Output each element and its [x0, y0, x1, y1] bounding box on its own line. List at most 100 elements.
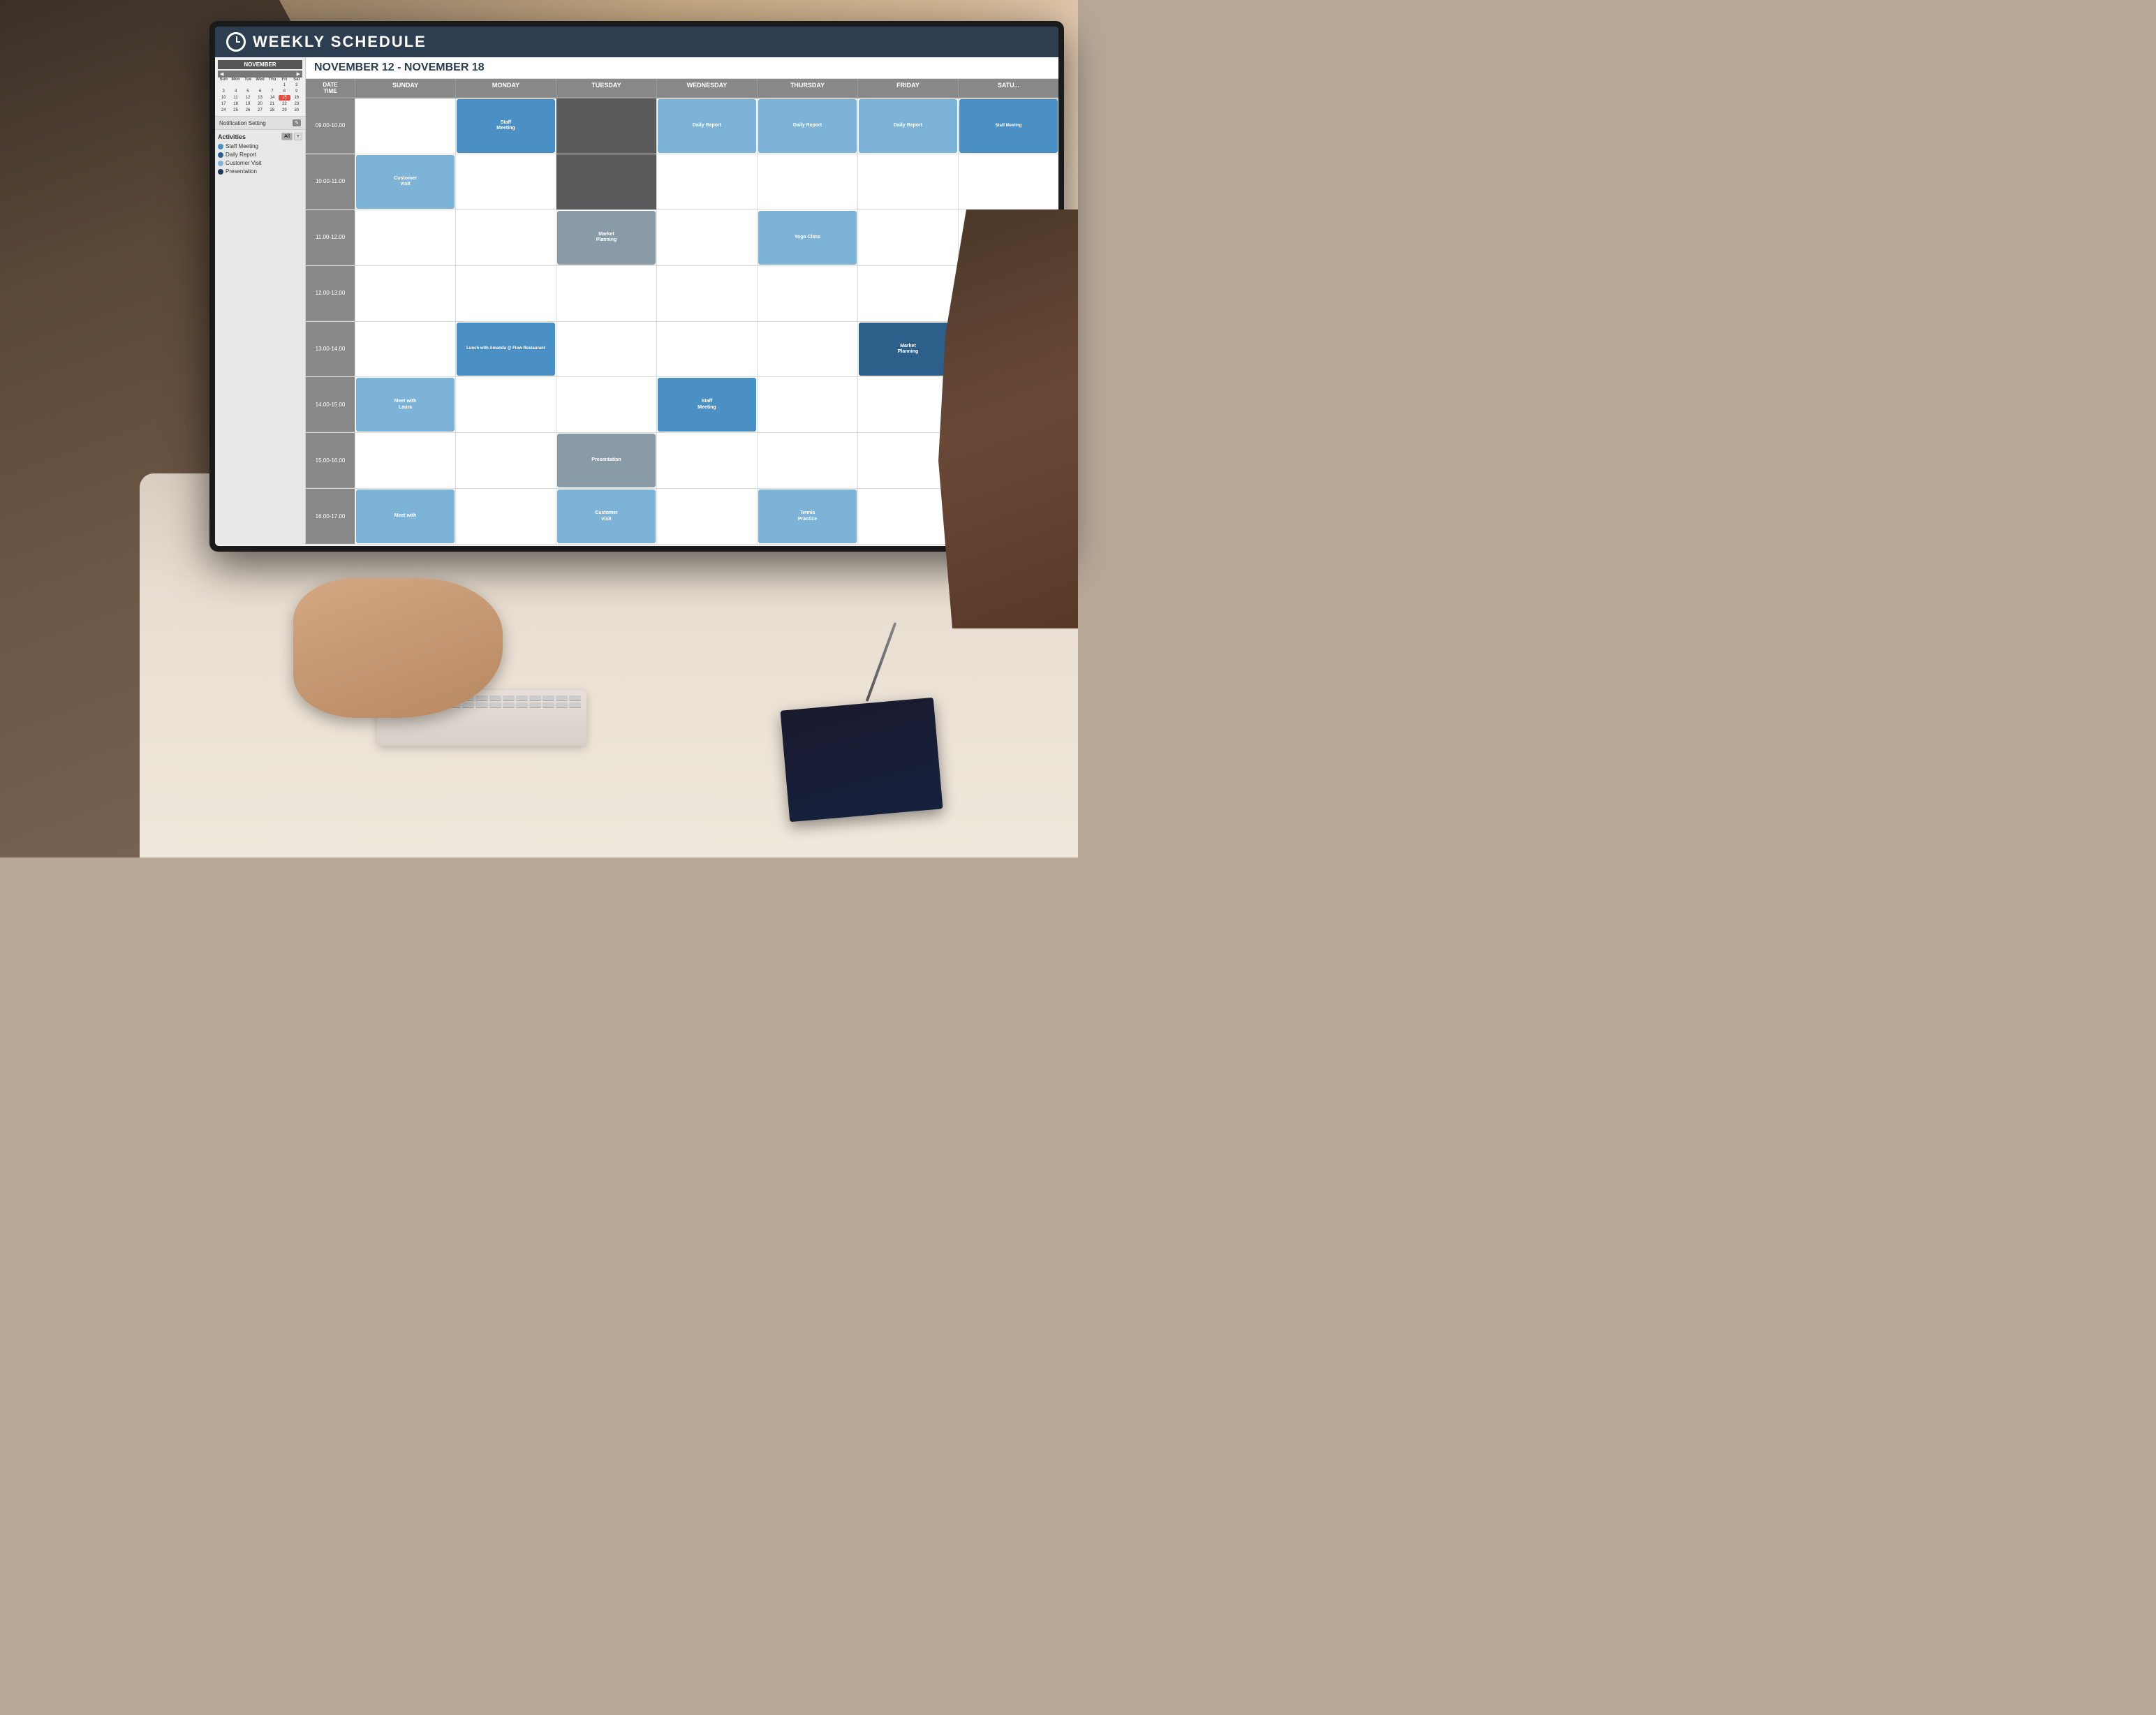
- cell-tue-12[interactable]: [556, 266, 656, 321]
- time-header: DATE TIME: [306, 79, 355, 97]
- event-daily-report-thu[interactable]: Daily Report: [758, 99, 857, 153]
- activity-staff-meeting[interactable]: Staff Meeting: [218, 143, 302, 149]
- cell-wed-11[interactable]: [656, 210, 757, 265]
- time-row-09: 09.00-10.00 StaffMeeting Daily Report: [306, 98, 1058, 154]
- activity-label: Customer Visit: [226, 160, 262, 166]
- event-customer-visit-tue[interactable]: Customervisit: [557, 490, 656, 543]
- event-meet-laura[interactable]: Meet withLaura: [356, 378, 455, 432]
- cell-tue-15[interactable]: Presentation: [556, 433, 656, 488]
- mini-cal-next[interactable]: ▶: [297, 71, 300, 77]
- cell-fri-12[interactable]: [857, 266, 958, 321]
- cell-tue-10[interactable]: [556, 154, 656, 209]
- notification-button[interactable]: ✎: [293, 119, 301, 126]
- monitor-screen: WEEKLY SCHEDULE NOVEMBER ◀ ▶ Sun Mon: [215, 27, 1058, 546]
- clock-icon: [226, 32, 246, 52]
- header-friday: FRIDAY: [857, 79, 958, 97]
- cell-sat-09[interactable]: Staff Meeting: [958, 98, 1058, 154]
- cell-mon-14[interactable]: [455, 377, 556, 432]
- notification-setting[interactable]: Notification Setting ✎: [215, 117, 305, 130]
- cell-fri-10[interactable]: [857, 154, 958, 209]
- person-right: [938, 209, 1078, 628]
- cell-sun-12[interactable]: [355, 266, 455, 321]
- mini-cal-nav[interactable]: ◀ ▶: [218, 71, 302, 78]
- cell-sun-15[interactable]: [355, 433, 455, 488]
- cell-wed-16[interactable]: [656, 489, 757, 544]
- header-wednesday: WEDNESDAY: [656, 79, 757, 97]
- cell-tue-11[interactable]: MarketPlanning: [556, 210, 656, 265]
- hand: [293, 578, 503, 718]
- cell-thu-11[interactable]: Yoga Class: [757, 210, 857, 265]
- cell-mon-15[interactable]: [455, 433, 556, 488]
- cell-tue-13[interactable]: [556, 322, 656, 377]
- activity-dot: [218, 169, 223, 175]
- cell-thu-09[interactable]: Daily Report: [757, 98, 857, 154]
- cell-wed-12[interactable]: [656, 266, 757, 321]
- cell-sat-10[interactable]: [958, 154, 1058, 209]
- activity-customer-visit[interactable]: Customer Visit: [218, 160, 302, 166]
- calendar-headers: DATE TIME SUNDAY MONDAY TUESDAY WEDNESDA…: [306, 79, 1058, 98]
- event-presentation[interactable]: Presentation: [557, 434, 656, 487]
- activity-daily-report[interactable]: Daily Report: [218, 152, 302, 158]
- cell-thu-12[interactable]: [757, 266, 857, 321]
- cell-tue-14[interactable]: [556, 377, 656, 432]
- activity-label: Daily Report: [226, 152, 256, 158]
- activity-dot: [218, 161, 223, 166]
- cell-wed-09[interactable]: Daily Report: [656, 98, 757, 154]
- cell-fri-13[interactable]: MarketPlanning: [857, 322, 958, 377]
- cell-fri-11[interactable]: [857, 210, 958, 265]
- event-staff-meeting-sat[interactable]: Staff Meeting: [959, 99, 1058, 153]
- event-market-planning-fri[interactable]: MarketPlanning: [859, 323, 957, 376]
- monitor: WEEKLY SCHEDULE NOVEMBER ◀ ▶ Sun Mon: [209, 21, 1064, 552]
- cell-sun-09[interactable]: [355, 98, 455, 154]
- sidebar: NOVEMBER ◀ ▶ Sun Mon Tue Wed Thu Fri: [215, 57, 306, 545]
- cell-sun-10[interactable]: Customervisit: [355, 154, 455, 209]
- cell-tue-09[interactable]: [556, 98, 656, 154]
- activity-presentation[interactable]: Presentation: [218, 168, 302, 175]
- cell-wed-15[interactable]: [656, 433, 757, 488]
- activity-dot: [218, 152, 223, 158]
- time-label-12: 12.00-13.00: [306, 266, 355, 321]
- cell-thu-16[interactable]: TennisPractice: [757, 489, 857, 544]
- cell-tue-16[interactable]: Customervisit: [556, 489, 656, 544]
- event-tennis-practice[interactable]: TennisPractice: [758, 490, 857, 543]
- activities-add-button[interactable]: +: [294, 133, 302, 140]
- event-daily-report-fri[interactable]: Daily Report: [859, 99, 957, 153]
- activity-label: Staff Meeting: [226, 143, 258, 149]
- cell-thu-15[interactable]: [757, 433, 857, 488]
- cell-mon-11[interactable]: [455, 210, 556, 265]
- time-label-15: 15.00-16.00: [306, 433, 355, 488]
- cell-mon-10[interactable]: [455, 154, 556, 209]
- cell-sun-14[interactable]: Meet withLaura: [355, 377, 455, 432]
- event-yoga-class[interactable]: Yoga Class: [758, 211, 857, 265]
- activities-all-button[interactable]: All: [281, 133, 293, 140]
- cell-thu-13[interactable]: [757, 322, 857, 377]
- cell-sun-16[interactable]: Meet with: [355, 489, 455, 544]
- page-title: WEEKLY SCHEDULE: [253, 33, 427, 51]
- cell-sun-11[interactable]: [355, 210, 455, 265]
- cell-wed-10[interactable]: [656, 154, 757, 209]
- cell-wed-14[interactable]: StaffMeeting: [656, 377, 757, 432]
- cell-mon-12[interactable]: [455, 266, 556, 321]
- cell-thu-14[interactable]: [757, 377, 857, 432]
- event-market-planning-tue[interactable]: MarketPlanning: [557, 211, 656, 265]
- time-label-11: 11.00-12.00: [306, 210, 355, 265]
- header-sunday: SUNDAY: [355, 79, 455, 97]
- event-customer-visit[interactable]: Customervisit: [356, 155, 455, 209]
- cell-mon-09[interactable]: StaffMeeting: [455, 98, 556, 154]
- cell-mon-16[interactable]: [455, 489, 556, 544]
- mini-cal-prev[interactable]: ◀: [220, 71, 223, 77]
- cell-thu-10[interactable]: [757, 154, 857, 209]
- notebook: [780, 698, 943, 823]
- event-staff-meeting-wed[interactable]: StaffMeeting: [658, 378, 756, 432]
- event-daily-report-wed[interactable]: Daily Report: [658, 99, 756, 153]
- event-staff-meeting[interactable]: StaffMeeting: [457, 99, 555, 153]
- cell-mon-13[interactable]: Lunch with Amanda @ Flow Restaurant: [455, 322, 556, 377]
- activities-title: Activities: [218, 133, 246, 140]
- pen: [866, 622, 897, 702]
- cell-wed-13[interactable]: [656, 322, 757, 377]
- cell-sun-13[interactable]: [355, 322, 455, 377]
- cell-fri-09[interactable]: Daily Report: [857, 98, 958, 154]
- event-lunch-amanda[interactable]: Lunch with Amanda @ Flow Restaurant: [457, 323, 555, 376]
- event-meet-with[interactable]: Meet with: [356, 490, 455, 543]
- time-row-12: 12.00-13.00: [306, 266, 1058, 322]
